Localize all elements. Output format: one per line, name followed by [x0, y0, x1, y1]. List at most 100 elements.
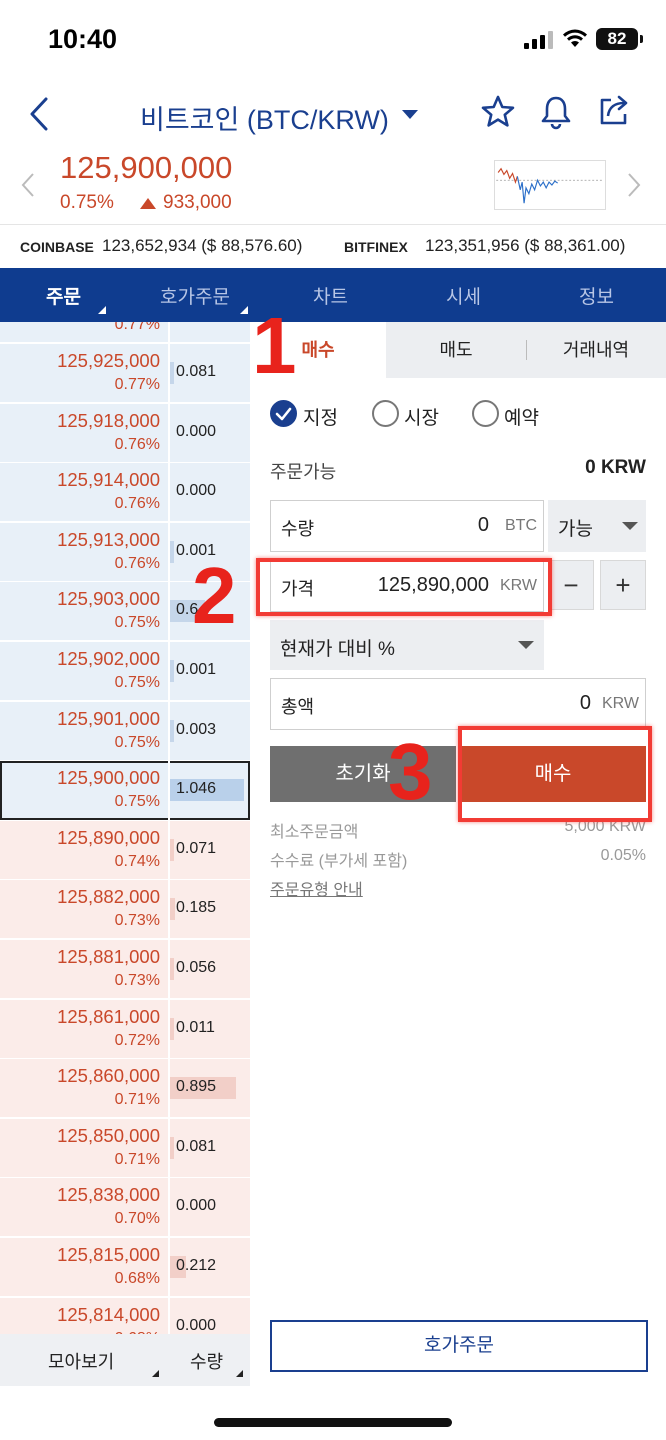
- annotation-number-1: 1: [252, 301, 297, 390]
- tab-corner-mark: [240, 306, 248, 314]
- row-quantity: 0.003: [176, 720, 217, 738]
- total-unit: KRW: [601, 695, 639, 712]
- quantity-depth-bar: [170, 660, 174, 682]
- radio-label-limit[interactable]: 지정: [303, 403, 338, 430]
- row-percent: 0.70%: [114, 1210, 160, 1228]
- status-bar: 10:40 82: [0, 0, 666, 80]
- row-quantity: 0.056: [176, 959, 217, 976]
- chevron-right-icon[interactable]: [626, 172, 642, 198]
- row-price: 125,815,000: [57, 1244, 160, 1265]
- row-quantity: 0.081: [176, 1137, 217, 1155]
- orderbook-row[interactable]: 125,881,000 0.73% 0.056: [0, 940, 250, 999]
- orderbook-row[interactable]: 125,814,0000.68%0.000: [0, 1297, 250, 1334]
- price-increment-button[interactable]: +: [600, 560, 646, 610]
- available-value: 0 KRW: [585, 457, 646, 478]
- quantity-depth-bar: [170, 719, 174, 742]
- percent-dropdown[interactable]: 현재가 대비 %: [270, 620, 544, 670]
- tab-sell[interactable]: 매도: [386, 322, 526, 378]
- row-percent: 0.72%: [114, 1031, 160, 1049]
- orderbook[interactable]: 0.77% 125,925,000 0.77% 0.081 125,918,000 0.…: [0, 322, 250, 1334]
- back-arrow-icon[interactable]: [26, 96, 52, 132]
- row-quantity: 0.000: [176, 422, 217, 440]
- orderbook-row[interactable]: 125,815,000 0.68% 0.212: [0, 1238, 250, 1297]
- row-percent: 0.74%: [114, 852, 160, 870]
- row-percent: 0.77%: [114, 322, 160, 333]
- orderbook-row-partial: 0.77%: [0, 322, 250, 343]
- quantity-mode-dropdown[interactable]: 수량: [190, 1348, 223, 1374]
- radio-reserve[interactable]: [472, 400, 499, 427]
- change-amount: 933,000: [163, 192, 232, 213]
- quantity-depth-bar: [170, 958, 174, 980]
- chevron-down-icon[interactable]: [402, 110, 418, 119]
- radio-limit-checked[interactable]: [270, 400, 297, 427]
- tab-hoga-order[interactable]: 호가주문: [160, 282, 230, 309]
- orderbook-row[interactable]: 125,902,000 0.75% 0.001: [0, 642, 250, 701]
- tab-order[interactable]: 주문: [46, 282, 81, 309]
- tab-chart[interactable]: 차트: [313, 282, 348, 309]
- percent-dropdown-label: 현재가 대비 %: [280, 639, 395, 660]
- orderbook-row[interactable]: 125,850,000 0.71% 0.081: [0, 1118, 250, 1178]
- orderbook-row-current[interactable]: 125,900,000 0.75% 1.046: [0, 761, 250, 821]
- chevron-left-icon[interactable]: [20, 172, 36, 198]
- available-label: 주문가능: [270, 462, 337, 482]
- quantity-depth-bar: [170, 540, 174, 563]
- coin-title[interactable]: 비트코인 (BTC/KRW): [140, 98, 389, 137]
- orderbook-row[interactable]: 125,860,000 0.71% 0.895: [0, 1059, 250, 1119]
- star-icon[interactable]: [480, 94, 516, 130]
- tab-market[interactable]: 시세: [446, 282, 481, 309]
- orderbook-row[interactable]: 125,925,000 0.77% 0.081: [0, 344, 250, 403]
- possible-dropdown[interactable]: 가능: [548, 500, 646, 552]
- row-price: 125,882,000: [57, 886, 160, 908]
- orderbook-row[interactable]: 125,861,000 0.72% 0.011: [0, 999, 250, 1059]
- dropdown-corner-mark: [236, 1370, 243, 1377]
- orderbook-row[interactable]: 125,838,000 0.70% 0.000: [0, 1178, 250, 1238]
- row-price: 125,860,000: [57, 1065, 160, 1087]
- checkmark-icon: [275, 407, 292, 421]
- fee-row: 수수료 (부가세 포함) 0.05%: [270, 847, 646, 871]
- quantity-field[interactable]: 수량 0 BTC: [270, 500, 544, 552]
- row-percent: 0.73%: [114, 912, 160, 930]
- quantity-depth-bar: [170, 362, 174, 384]
- radio-label-reserve[interactable]: 예약: [504, 403, 539, 430]
- row-price: 125,838,000: [57, 1184, 160, 1206]
- annotation-box-buy: [458, 726, 652, 822]
- hoga-order-button[interactable]: 호가주문: [270, 1320, 648, 1372]
- dropdown-corner-mark: [152, 1370, 159, 1377]
- total-field[interactable]: 총액 0 KRW: [270, 678, 646, 730]
- row-percent: 0.75%: [114, 793, 160, 811]
- status-time: 10:40: [48, 24, 118, 54]
- radio-market[interactable]: [372, 400, 399, 427]
- orderbook-row[interactable]: 125,882,000 0.73% 0.185: [0, 880, 250, 940]
- annotation-number-2: 2: [192, 551, 237, 640]
- fee-label: 수수료 (부가세 포함): [270, 853, 408, 870]
- share-icon[interactable]: [596, 92, 632, 128]
- possible-dropdown-label: 가능: [558, 519, 593, 540]
- row-price: 125,914,000: [57, 469, 160, 491]
- row-price: 125,881,000: [57, 946, 160, 967]
- tab-info[interactable]: 정보: [579, 282, 614, 309]
- row-percent: 0.73%: [114, 972, 160, 989]
- exchange-name: COINBASE: [20, 239, 94, 255]
- mini-price-chart[interactable]: [494, 160, 606, 210]
- row-price: 125,850,000: [57, 1124, 160, 1146]
- battery-icon: 82: [596, 28, 643, 50]
- radio-label-market[interactable]: 시장: [404, 403, 439, 430]
- row-price: 125,918,000: [57, 409, 160, 431]
- order-type-guide-link[interactable]: 주문유형 안내: [270, 876, 363, 900]
- tab-trade-history[interactable]: 거래내역: [526, 322, 666, 378]
- row-price: 125,925,000: [57, 350, 160, 371]
- row-quantity: 0.000: [176, 1197, 217, 1215]
- cellular-signal-icon: [524, 31, 554, 49]
- row-quantity: 0.212: [176, 1257, 217, 1274]
- price-decrement-button[interactable]: −: [548, 560, 594, 610]
- orderbook-row[interactable]: 125,918,000 0.76% 0.000: [0, 403, 250, 463]
- exchange-price-line: COINBASE 123,652,934 ($ 88,576.60) BITFI…: [0, 224, 666, 268]
- orderbook-row[interactable]: 125,890,000 0.74% 0.071: [0, 820, 250, 880]
- orderbook-row[interactable]: 125,914,000 0.76% 0.000: [0, 463, 250, 523]
- orderbook-row[interactable]: 125,901,000 0.75% 0.003: [0, 701, 250, 761]
- group-view-dropdown[interactable]: 모아보기: [48, 1348, 114, 1374]
- quantity-depth-bar: [170, 1136, 174, 1159]
- row-price: 125,901,000: [57, 707, 160, 729]
- row-percent: 0.75%: [114, 674, 160, 691]
- bell-icon[interactable]: [538, 94, 574, 130]
